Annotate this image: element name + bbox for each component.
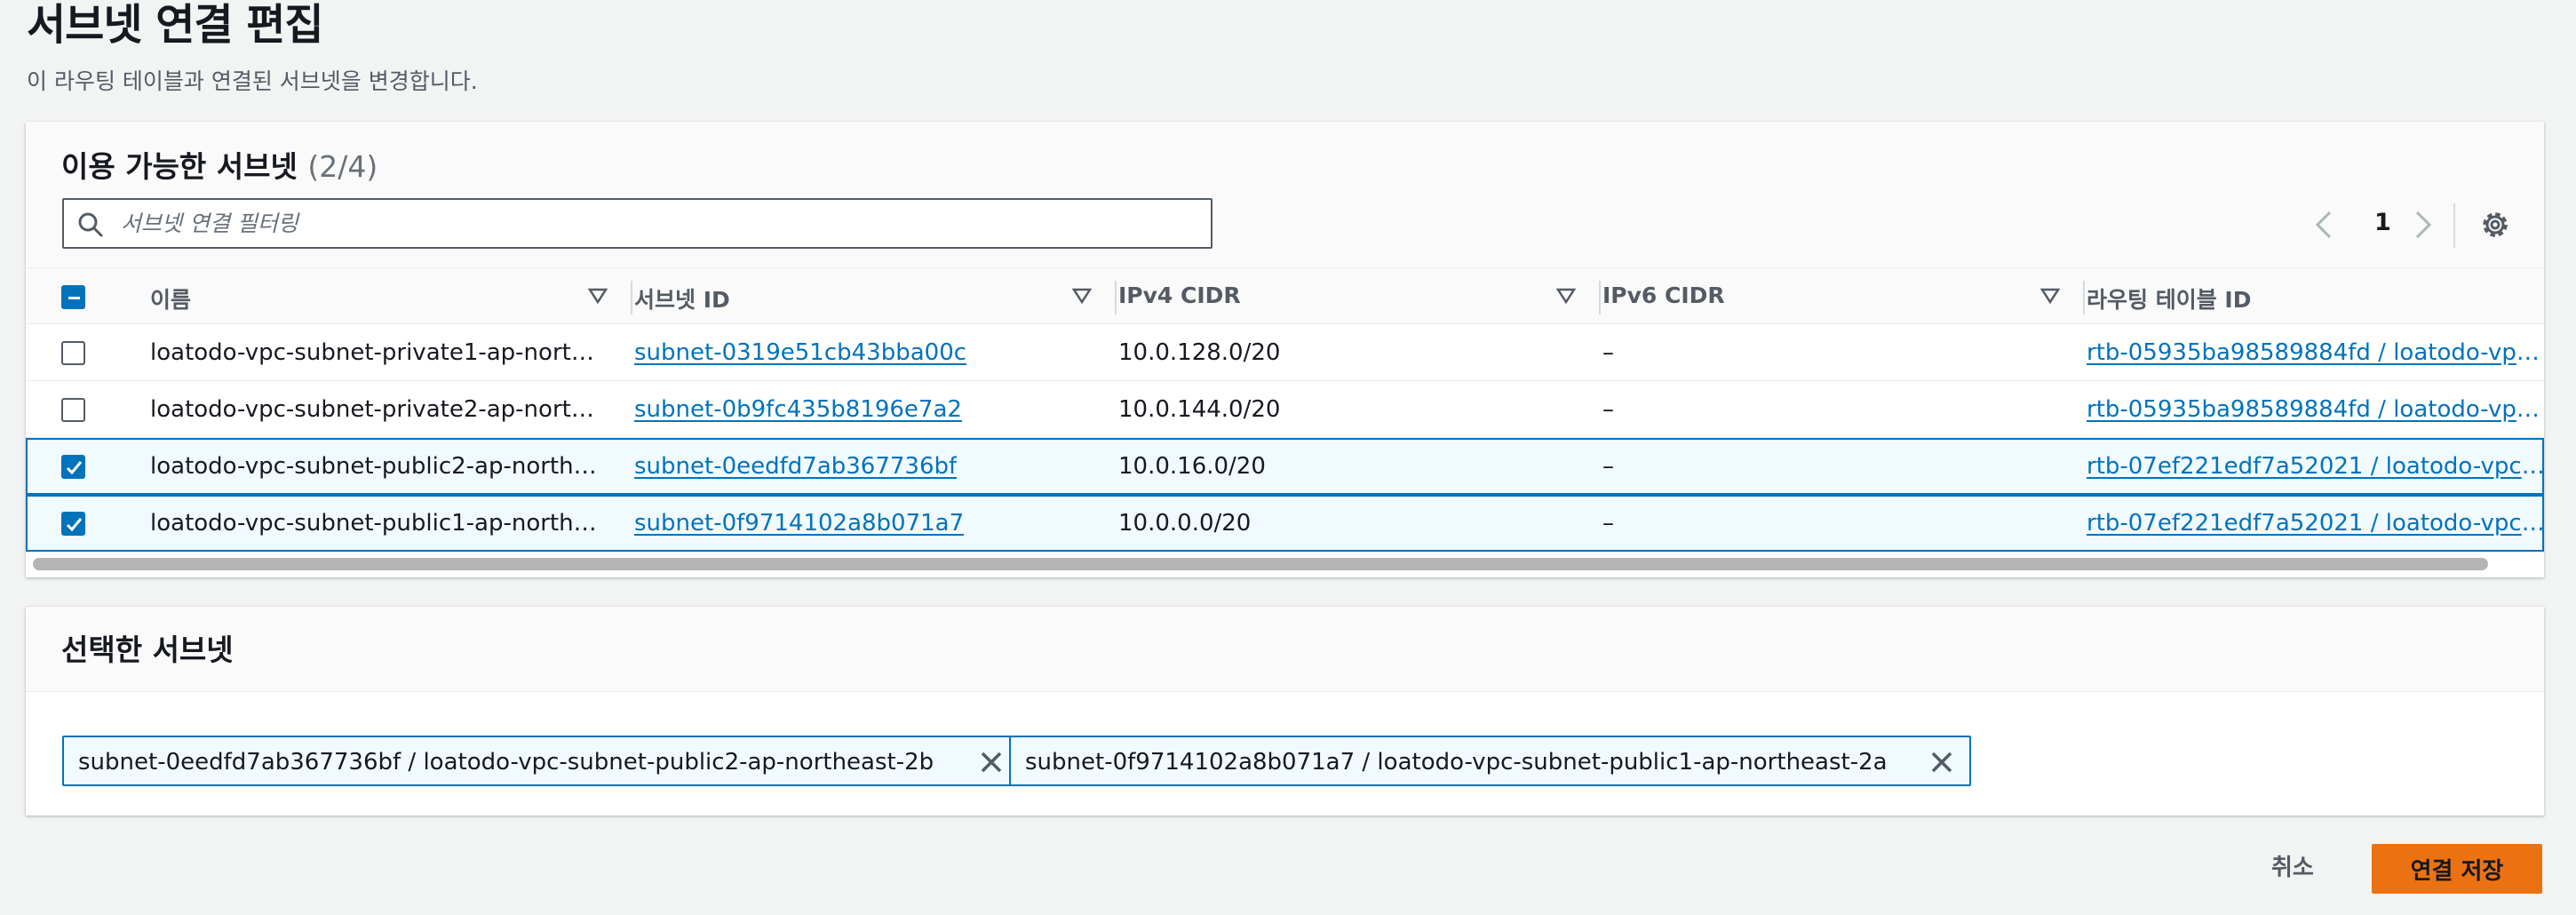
column-divider[interactable] <box>2083 281 2085 314</box>
ipv4-cidr: 10.0.0.0/20 <box>1118 510 1252 537</box>
checkmark-icon <box>66 518 83 532</box>
column-header-ipv6[interactable]: IPv6 CIDR <box>1602 268 2087 325</box>
subnet-filter[interactable] <box>62 198 1212 249</box>
table-row[interactable]: loatodo-vpc-subnet-public2-ap-northeast-… <box>26 438 2548 495</box>
sort-down-icon[interactable] <box>1556 288 1576 304</box>
available-subnets-header: 이용 가능한 서브넷 (2/4) 1 <box>26 122 2544 267</box>
table-header: 이름 서브넷 ID IPv4 CIDR IPv6 CIDR 라우팅 테이블 ID <box>26 267 2544 324</box>
column-header-name[interactable]: 이름 <box>150 268 634 325</box>
selected-subnets-panel: 선택한 서브넷 subnet-0eedfd7ab367736bf / loato… <box>26 607 2544 816</box>
subnet-id-link[interactable]: subnet-0b9fc435b8196e7a2 <box>634 396 962 423</box>
route-table-link[interactable]: rtb-07ef221edf7a52021 / loatodo-vpc-rtb-… <box>2087 453 2548 480</box>
gear-icon[interactable] <box>2477 207 2513 243</box>
row-checkbox[interactable] <box>61 398 85 422</box>
table-row[interactable]: loatodo-vpc-subnet-public1-ap-northeast-… <box>26 495 2548 552</box>
row-checkbox[interactable] <box>61 455 85 479</box>
subnet-name: loatodo-vpc-subnet-private1-ap-northeast… <box>150 339 605 366</box>
page-description: 이 라우팅 테이블과 연결된 서브넷을 변경합니다. <box>27 68 478 94</box>
sort-down-icon[interactable] <box>588 288 608 304</box>
ipv6-cidr: – <box>1602 510 1614 537</box>
available-subnets-count: (2/4) <box>307 149 378 184</box>
ipv4-cidr: 10.0.16.0/20 <box>1118 453 1266 480</box>
ipv6-cidr: – <box>1602 396 1614 423</box>
page-title: 서브넷 연결 편집 <box>27 0 324 50</box>
route-table-link[interactable]: rtb-05935ba98589884fd / loatodo-vpc-rtb-… <box>2087 396 2548 423</box>
subnet-id-link[interactable]: subnet-0eedfd7ab367736bf <box>634 453 957 480</box>
horizontal-scrollbar[interactable] <box>33 558 2488 570</box>
route-table-link[interactable]: rtb-07ef221edf7a52021 / loatodo-vpc-rtb-… <box>2087 510 2548 537</box>
subnet-id-link[interactable]: subnet-0319e51cb43bba00c <box>634 339 966 366</box>
close-icon[interactable] <box>979 750 1004 775</box>
route-table-link[interactable]: rtb-05935ba98589884fd / loatodo-vpc-rtb-… <box>2087 339 2548 366</box>
sort-down-icon[interactable] <box>1072 288 1092 304</box>
search-icon <box>78 212 103 237</box>
cancel-button[interactable]: 취소 <box>2271 849 2314 882</box>
table-row[interactable]: loatodo-vpc-subnet-private1-ap-northeast… <box>26 324 2548 381</box>
indeterminate-icon <box>68 297 80 299</box>
column-header-label: 이름 <box>150 287 192 313</box>
current-page-number[interactable]: 1 <box>2374 209 2391 236</box>
select-all-column <box>26 268 132 325</box>
pagination-divider <box>2453 203 2455 248</box>
subnet-name: loatodo-vpc-subnet-private2-ap-northeast… <box>150 396 605 423</box>
available-subnets-title-text: 이용 가능한 서브넷 <box>61 149 298 184</box>
selected-subnets-header: 선택한 서브넷 <box>26 607 2544 692</box>
save-associations-button[interactable]: 연결 저장 <box>2372 844 2542 894</box>
selected-subnet-token: subnet-0eedfd7ab367736bf / loatodo-vpc-s… <box>62 736 1021 786</box>
subnet-id-link[interactable]: subnet-0f9714102a8b071a7 <box>634 510 964 537</box>
selected-subnet-token-label: subnet-0f9714102a8b071a7 / loatodo-vpc-s… <box>1025 749 1888 776</box>
subnet-name: loatodo-vpc-subnet-public2-ap-northeast-… <box>150 453 605 480</box>
available-subnets-panel: 이용 가능한 서브넷 (2/4) 1 <box>26 122 2548 577</box>
row-checkbox[interactable] <box>61 341 85 365</box>
close-icon[interactable] <box>1929 750 1954 775</box>
subnet-filter-input[interactable] <box>121 200 1187 247</box>
ipv4-cidr: 10.0.128.0/20 <box>1118 339 1281 366</box>
column-header-ipv4[interactable]: IPv4 CIDR <box>1118 268 1602 325</box>
column-header-label: 라우팅 테이블 ID <box>2087 287 2252 313</box>
select-all-checkbox[interactable] <box>61 285 85 309</box>
column-header-label: IPv4 CIDR <box>1118 282 1241 308</box>
ipv6-cidr: – <box>1602 453 1614 480</box>
column-header-label: IPv6 CIDR <box>1602 282 1725 308</box>
chevron-left-icon[interactable] <box>2310 207 2337 243</box>
column-divider[interactable] <box>1115 281 1117 314</box>
subnets-table: 이름 서브넷 ID IPv4 CIDR IPv6 CIDR 라우팅 테이블 ID… <box>26 267 2548 552</box>
column-header-route-table-id[interactable]: 라우팅 테이블 ID <box>2087 268 2544 325</box>
available-subnets-title: 이용 가능한 서브넷 (2/4) <box>61 143 378 186</box>
selected-subnets-title: 선택한 서브넷 <box>61 633 234 667</box>
ipv6-cidr: – <box>1602 339 1614 366</box>
row-checkbox[interactable] <box>61 512 85 536</box>
edit-subnet-associations-page: 서브넷 연결 편집 이 라우팅 테이블과 연결된 서브넷을 변경합니다. 이용 … <box>0 0 2576 915</box>
column-header-label: 서브넷 ID <box>634 287 730 313</box>
subnet-name: loatodo-vpc-subnet-public1-ap-northeast-… <box>150 510 605 537</box>
table-row[interactable]: loatodo-vpc-subnet-private2-ap-northeast… <box>26 381 2548 438</box>
selected-subnet-token-label: subnet-0eedfd7ab367736bf / loatodo-vpc-s… <box>78 749 934 776</box>
column-header-subnet-id[interactable]: 서브넷 ID <box>634 268 1118 325</box>
ipv4-cidr: 10.0.144.0/20 <box>1118 396 1281 423</box>
checkmark-icon <box>66 461 83 475</box>
selected-subnet-token: subnet-0f9714102a8b071a7 / loatodo-vpc-s… <box>1009 736 1971 786</box>
column-divider[interactable] <box>631 281 632 314</box>
chevron-right-icon[interactable] <box>2410 207 2437 243</box>
column-divider[interactable] <box>1599 281 1601 314</box>
sort-down-icon[interactable] <box>2040 288 2060 304</box>
